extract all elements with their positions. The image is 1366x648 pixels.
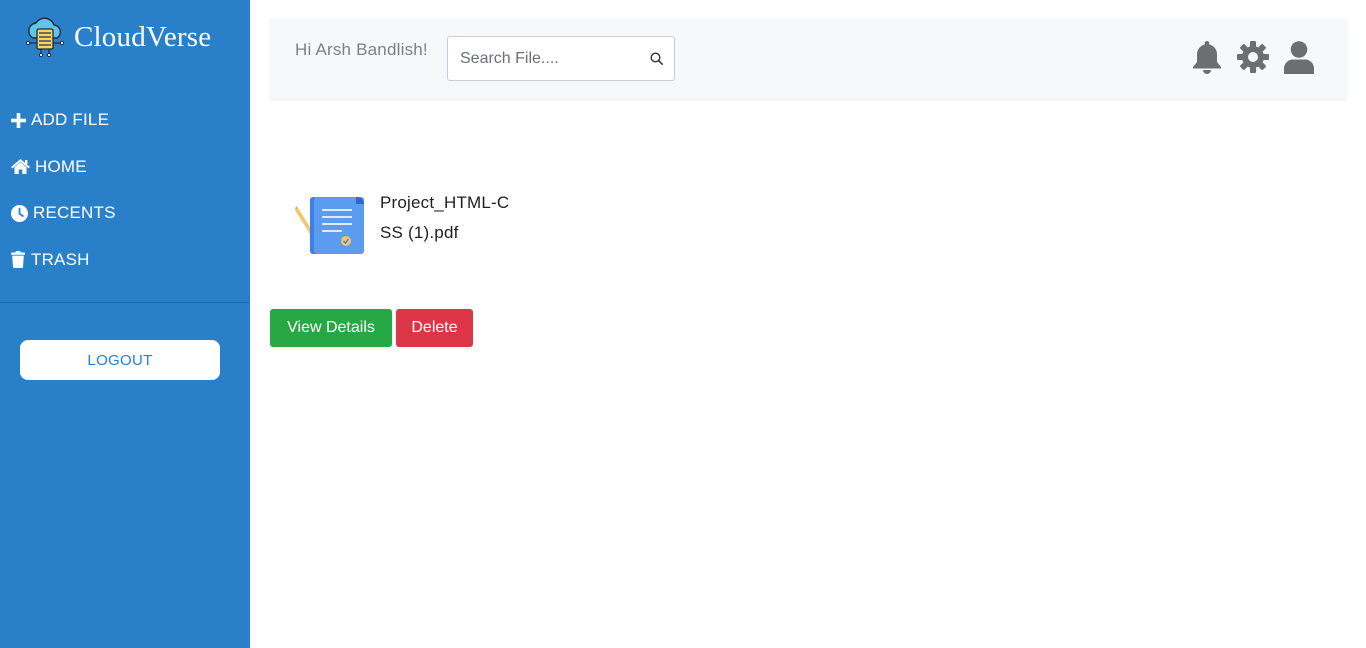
home-icon bbox=[10, 159, 30, 175]
plus-icon bbox=[10, 112, 26, 128]
search-box bbox=[447, 36, 675, 81]
delete-button[interactable]: Delete bbox=[396, 309, 473, 347]
search-icon[interactable] bbox=[650, 52, 663, 65]
logout-button[interactable]: LOGOUT bbox=[20, 340, 220, 380]
brand[interactable]: CloudVerse bbox=[24, 16, 211, 58]
sidebar-item-home[interactable]: HOME bbox=[0, 151, 250, 183]
cloud-server-logo-icon bbox=[25, 17, 65, 58]
sidebar-item-trash[interactable]: TRASH bbox=[0, 244, 250, 276]
brand-name: CloudVerse bbox=[74, 21, 212, 53]
sidebar-item-recents[interactable]: RECENTS bbox=[0, 197, 250, 229]
document-icon bbox=[295, 197, 364, 254]
sidebar-item-label: ADD FILE bbox=[31, 110, 110, 129]
sidebar-item-label: RECENTS bbox=[33, 203, 116, 222]
clock-icon bbox=[10, 204, 28, 222]
file-name: Project_HTML-CSS (1).pdf bbox=[380, 193, 510, 242]
sidebar-nav: ADD FILE HOME RECENTS TRASH bbox=[0, 104, 250, 290]
gear-icon[interactable] bbox=[1237, 40, 1269, 74]
sidebar-item-add-file[interactable]: ADD FILE bbox=[0, 104, 250, 136]
file-actions: View Details Delete bbox=[270, 309, 477, 347]
user-greeting: Hi Arsh Bandlish! bbox=[295, 40, 428, 59]
file-item[interactable]: Project_HTML-CSS (1).pdf bbox=[294, 188, 520, 260]
sidebar-divider bbox=[0, 302, 250, 303]
app-root: CloudVerse ADD FILE HOME RECENTS TRASH L… bbox=[0, 0, 1366, 648]
top-header: Hi Arsh Bandlish! bbox=[270, 18, 1347, 99]
search-input[interactable] bbox=[448, 48, 642, 69]
user-icon[interactable] bbox=[1283, 40, 1315, 74]
header-actions bbox=[1177, 40, 1315, 74]
bell-icon[interactable] bbox=[1191, 40, 1223, 74]
sidebar-item-label: HOME bbox=[35, 156, 87, 176]
view-details-button[interactable]: View Details bbox=[270, 309, 392, 347]
sidebar-item-label: TRASH bbox=[31, 249, 90, 269]
sidebar: CloudVerse ADD FILE HOME RECENTS TRASH L… bbox=[0, 0, 250, 648]
trash-icon bbox=[10, 251, 26, 268]
